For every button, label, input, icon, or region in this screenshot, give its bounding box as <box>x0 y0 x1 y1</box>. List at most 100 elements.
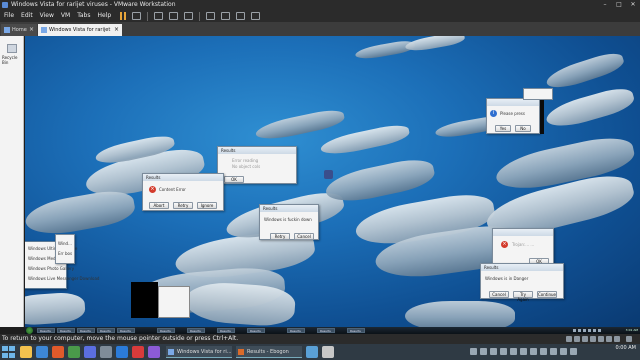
app-icon[interactable] <box>36 346 48 358</box>
tray-icon[interactable] <box>593 329 596 332</box>
guest-taskbar: Results Results Results Results Results … <box>25 327 640 334</box>
tray-icon[interactable] <box>510 348 517 355</box>
tab-vm[interactable]: Windows Vista for rarijet vir... × <box>38 24 122 45</box>
desktop-icon[interactable] <box>321 170 335 180</box>
maximize-button[interactable]: □ <box>612 0 626 10</box>
menu-edit[interactable]: Edit <box>21 10 33 22</box>
snapshot-manager-icon[interactable] <box>184 12 194 20</box>
display-icon[interactable] <box>614 336 620 342</box>
app-icon[interactable] <box>148 346 160 358</box>
error-dialog[interactable]: Results Error reading No object cols OK <box>217 146 297 184</box>
taskbar-item[interactable]: Results <box>317 328 335 333</box>
taskbar-item[interactable]: Results <box>287 328 305 333</box>
error-dialog[interactable]: Results × Content Error Abort Retry Igno… <box>142 173 224 211</box>
start-orb-icon[interactable] <box>26 327 33 334</box>
retry-button[interactable]: Retry <box>270 233 290 240</box>
tray-icon[interactable] <box>480 348 487 355</box>
retry-button[interactable]: Retry <box>173 202 193 209</box>
cancel-button[interactable]: Cancel <box>294 233 314 240</box>
host-window-vmware[interactable]: Windows Vista for ri... <box>166 346 232 358</box>
windows-start-icon[interactable] <box>2 346 16 358</box>
host-window-results[interactable]: Results - Ebogon <box>236 346 302 358</box>
revert-snapshot-icon[interactable] <box>169 12 179 20</box>
dialog-message: Windows is in Danger <box>485 276 529 281</box>
abort-button[interactable]: Abort <box>149 202 169 209</box>
info-dialog[interactable]: i Please press Yes No <box>486 98 540 134</box>
tray-icon[interactable] <box>490 348 497 355</box>
message-icon[interactable] <box>626 336 632 342</box>
recycle-bin-icon[interactable] <box>7 44 17 53</box>
taskbar-item[interactable]: Results <box>187 328 205 333</box>
small-dialog[interactable]: Wind... Err bos <box>55 234 75 264</box>
taskbar-item[interactable]: Results <box>217 328 235 333</box>
yes-button[interactable]: Yes <box>495 125 511 132</box>
app-icon[interactable] <box>132 346 144 358</box>
minimize-button[interactable]: – <box>598 0 612 10</box>
menu-vm[interactable]: VM <box>61 10 70 22</box>
list-item[interactable]: Windows Live Messenger Download <box>28 276 99 281</box>
hard-disk-icon[interactable] <box>566 336 572 342</box>
dialog-message: Err bos <box>58 251 73 256</box>
app-icon[interactable] <box>84 346 96 358</box>
tray-icon[interactable] <box>598 329 601 332</box>
close-button[interactable]: ✕ <box>626 0 640 10</box>
close-icon[interactable]: × <box>114 24 119 36</box>
taskbar-item[interactable]: Results <box>157 328 175 333</box>
menu-file[interactable]: File <box>4 10 14 22</box>
tab-home[interactable]: Home × <box>1 24 37 36</box>
library-icon[interactable] <box>206 12 216 20</box>
taskbar-item[interactable]: Results <box>247 328 265 333</box>
tray-icon[interactable] <box>500 348 507 355</box>
menu-view[interactable]: View <box>40 10 54 22</box>
cd-drive-icon[interactable] <box>574 336 580 342</box>
tray-icon[interactable] <box>470 348 477 355</box>
console-view-icon[interactable] <box>251 12 261 20</box>
try-again-button[interactable]: Try Again <box>513 291 533 302</box>
taskbar-item[interactable]: Results <box>117 328 135 333</box>
continue-button[interactable]: Continue <box>537 291 557 298</box>
fullscreen-icon[interactable] <box>221 12 231 20</box>
usb-icon[interactable] <box>590 336 596 342</box>
menu-help[interactable]: Help <box>98 10 112 22</box>
taskbar-item[interactable]: Results <box>77 328 95 333</box>
guest-desktop[interactable]: Results Error reading No object cols OK … <box>25 36 640 327</box>
send-ctrl-alt-del-icon[interactable] <box>132 12 142 20</box>
tray-icon[interactable] <box>570 348 577 355</box>
app-icon[interactable] <box>100 346 112 358</box>
taskbar-item[interactable]: Results <box>97 328 115 333</box>
taskbar-item[interactable]: Results <box>57 328 75 333</box>
vscode-icon[interactable] <box>116 346 128 358</box>
ignore-button[interactable]: Ignore <box>197 202 217 209</box>
taskbar-item[interactable]: Results <box>37 328 55 333</box>
ok-button[interactable]: OK <box>224 176 244 183</box>
tray-icon[interactable] <box>550 348 557 355</box>
menu-tabs[interactable]: Tabs <box>77 10 90 22</box>
tray-icon[interactable] <box>573 329 576 332</box>
tray-icon[interactable] <box>578 329 581 332</box>
app-icon[interactable] <box>52 346 64 358</box>
close-icon[interactable]: × <box>29 24 34 36</box>
cancel-button[interactable]: Cancel <box>489 291 509 298</box>
snapshot-icon[interactable] <box>154 12 164 20</box>
app-icon[interactable] <box>322 346 334 358</box>
taskbar-item[interactable]: Results <box>347 328 365 333</box>
app-icon[interactable] <box>306 346 318 358</box>
network-icon[interactable] <box>582 336 588 342</box>
app-icon[interactable] <box>68 346 80 358</box>
tray-icon[interactable] <box>583 329 586 332</box>
list-item[interactable]: Windows Photo Gallery <box>28 266 74 271</box>
file-explorer-icon[interactable] <box>20 346 32 358</box>
no-button[interactable]: No <box>515 125 531 132</box>
tray-icon[interactable] <box>588 329 591 332</box>
tray-icon[interactable] <box>560 348 567 355</box>
tray-icon[interactable] <box>520 348 527 355</box>
error-dialog[interactable]: Results Windows is in Danger Cancel Try … <box>480 263 564 302</box>
tray-icon[interactable] <box>530 348 537 355</box>
pause-icon[interactable] <box>120 12 129 20</box>
unity-icon[interactable] <box>236 12 246 20</box>
tray-icon[interactable] <box>540 348 547 355</box>
sound-icon[interactable] <box>598 336 604 342</box>
printer-icon[interactable] <box>606 336 612 342</box>
error-dialog[interactable]: × Trojan:... ... OK <box>492 228 554 266</box>
error-dialog[interactable]: Results Windows is fuckin down Retry Can… <box>259 204 319 240</box>
